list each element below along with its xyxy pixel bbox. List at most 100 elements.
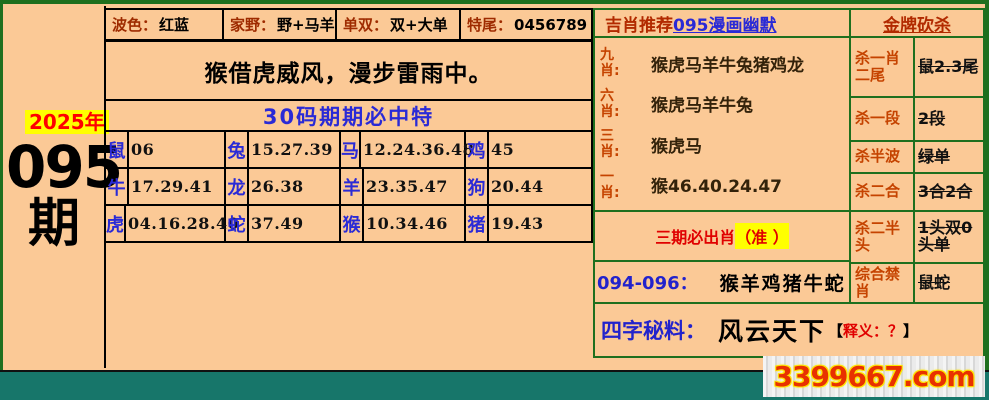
- zodiac-name: 兔: [226, 132, 249, 167]
- special-tail-value: 0456789: [514, 16, 587, 34]
- special-tail-label: 特尾：: [467, 14, 512, 35]
- zodiac-numbers: 26.38: [249, 169, 339, 204]
- kill-label: 杀二半头: [851, 212, 915, 262]
- gold-kill-link[interactable]: 金牌砍杀: [851, 10, 983, 36]
- grid-row-3: 虎 04.16.28.40 蛇 37.49 猴 10.34.46 猪 19.43: [106, 206, 591, 241]
- recommend-column: 九肖: 猴虎马羊牛兔猪鸡龙 六肖: 猴虎马羊牛兔 三肖: 猴虎马 一肖: 猴46…: [595, 38, 851, 302]
- kill-value: 鼠蛇: [915, 264, 983, 302]
- kill-value: 2段: [915, 98, 983, 140]
- grid-cell-dragon: 龙 26.38: [226, 169, 341, 204]
- three-issue-highlight: （准 ）: [735, 223, 789, 249]
- right-panel-header: 吉肖推荐 095漫画幽默 金牌砍杀: [595, 10, 983, 38]
- kill-label: 综合禁肖: [851, 264, 915, 302]
- kill-row-xiao-tail: 杀一肖二尾 鼠2.3尾: [851, 38, 983, 98]
- grid-cell-rat: 鼠 06: [106, 132, 226, 167]
- three-issue-banner: 三期必出肖（准 ）: [595, 210, 849, 260]
- zodiac-name: 牛: [106, 169, 129, 204]
- zodiac-name: 羊: [341, 169, 364, 204]
- grid-cell-tiger: 虎 04.16.28.40: [106, 206, 226, 241]
- grid-cell-dog: 狗 20.44: [466, 169, 591, 204]
- odd-even-cell: 单双： 双+大单: [337, 10, 461, 39]
- secret-note-inner: 释义：？: [843, 322, 903, 340]
- home-wild-label: 家野：: [230, 14, 275, 35]
- frame-left: [0, 0, 3, 400]
- odd-even-label: 单双：: [343, 14, 388, 35]
- secret-label: 四字秘料：: [601, 315, 706, 345]
- kill-value: 绿单: [915, 142, 983, 172]
- kill-label: 杀二合: [851, 174, 915, 210]
- one-xiao-label: 一肖:: [600, 169, 623, 201]
- zodiac-numbers: 20.44: [489, 169, 591, 204]
- zodiac-numbers: 23.35.47: [364, 169, 464, 204]
- zodiac-name: 猴: [341, 206, 364, 241]
- zodiac-numbers: 12.24.36.48: [361, 132, 474, 167]
- three-xiao-label: 三肖:: [600, 128, 623, 160]
- zodiac-name: 龙: [226, 169, 249, 204]
- main-prediction-box: 猴借虎威风，漫步雷雨中。 30码期期必中特 鼠 06 兔 15.27.39 马 …: [104, 40, 593, 243]
- zodiac-name: 蛇: [226, 206, 249, 241]
- nine-xiao-row: 九肖: 猴虎马羊牛兔猪鸡龙: [595, 47, 849, 79]
- six-xiao-value: 猴虎马羊牛兔: [651, 91, 753, 116]
- bracket-open: 【: [828, 322, 843, 340]
- issue-range-value: 猴羊鸡猪牛蛇: [720, 269, 846, 296]
- bracket-close: 】: [903, 322, 918, 340]
- grid-cell-monkey: 猴 10.34.46: [341, 206, 466, 241]
- comic-humor-link[interactable]: 095漫画幽默: [673, 11, 777, 36]
- nine-xiao-label: 九肖:: [600, 47, 623, 79]
- zodiac-name: 虎: [106, 206, 126, 241]
- zodiac-numbers: 10.34.46: [364, 206, 464, 241]
- zodiac-name: 猪: [466, 206, 489, 241]
- kill-label: 杀半波: [851, 142, 915, 172]
- kill-value: 鼠2.3尾: [915, 38, 983, 96]
- odd-even-value: 双+大单: [390, 14, 448, 35]
- zodiac-numbers: 17.29.41: [129, 169, 224, 204]
- kill-row-two-half-head: 杀二半头 1头双0头单: [851, 212, 983, 264]
- issue-range-label: 094-096：: [597, 269, 698, 295]
- kill-row-half-wave: 杀半波 绿单: [851, 142, 983, 174]
- six-xiao-row: 六肖: 猴虎马羊牛兔: [595, 88, 849, 120]
- grid-cell-snake: 蛇 37.49: [226, 206, 341, 241]
- wave-color-label: 波色：: [112, 14, 157, 35]
- issue-suffix: 期: [28, 198, 80, 250]
- four-word-secret-row: 四字秘料： 风云天下 【释义：？】: [595, 302, 983, 356]
- grid-row-2: 牛 17.29.41 龙 26.38 羊 23.35.47 狗 20.44: [106, 169, 591, 206]
- headline: 猴借虎威风，漫步雷雨中。: [106, 42, 591, 99]
- secret-value: 风云天下: [718, 312, 826, 348]
- grid-cell-rabbit: 兔 15.27.39: [226, 132, 341, 167]
- lottery-tip-sheet: 2025年 095 期 波色： 红蓝 家野： 野+马羊 单双： 双+大单 特尾：…: [0, 0, 989, 400]
- right-panel-body: 九肖: 猴虎马羊牛兔猪鸡龙 六肖: 猴虎马羊牛兔 三肖: 猴虎马 一肖: 猴46…: [595, 38, 983, 302]
- recommend-header-cell: 吉肖推荐 095漫画幽默: [595, 10, 851, 36]
- grid-cell-horse: 马 12.24.36.48: [341, 132, 466, 167]
- grid-cell-rooster: 鸡 45: [466, 132, 591, 167]
- home-wild-cell: 家野： 野+马羊: [224, 10, 337, 39]
- right-panel: 吉肖推荐 095漫画幽默 金牌砍杀 九肖: 猴虎马羊牛兔猪鸡龙 六肖: 猴虎马羊…: [593, 8, 985, 358]
- frame-right: [985, 0, 989, 400]
- watermark-box: 3399667.com: [763, 356, 985, 397]
- zodiac-name: 狗: [466, 169, 489, 204]
- zodiac-name: 鼠: [106, 132, 129, 167]
- kill-label: 杀一肖二尾: [851, 38, 915, 96]
- year-badge: 2025年: [25, 110, 109, 134]
- special-tail-cell: 特尾： 0456789: [461, 10, 591, 39]
- grid-row-1: 鼠 06 兔 15.27.39 马 12.24.36.48 鸡 45: [106, 132, 591, 169]
- zodiac-numbers: 06: [129, 132, 224, 167]
- grid-cell-ox: 牛 17.29.41: [106, 169, 226, 204]
- kill-row-forbidden-xiao: 综合禁肖 鼠蛇: [851, 264, 983, 302]
- three-issue-text: 三期必出肖: [655, 224, 735, 248]
- zodiac-name: 马: [341, 132, 361, 167]
- zodiac-numbers: 37.49: [249, 206, 339, 241]
- kill-column: 杀一肖二尾 鼠2.3尾 杀一段 2段 杀半波 绿单 杀二合 3合2合 杀二半头: [851, 38, 983, 302]
- zodiac-number-grid: 鼠 06 兔 15.27.39 马 12.24.36.48 鸡 45: [106, 130, 591, 241]
- wave-color-value: 红蓝: [159, 14, 189, 35]
- zodiac-name: 鸡: [466, 132, 489, 167]
- home-wild-value: 野+马羊: [277, 14, 335, 35]
- zodiac-numbers: 19.43: [489, 206, 591, 241]
- grid-cell-pig: 猪 19.43: [466, 206, 591, 241]
- site-url-link[interactable]: 3399667.com: [773, 360, 974, 393]
- grid-cell-goat: 羊 23.35.47: [341, 169, 466, 204]
- one-xiao-row: 一肖: 猴46.40.24.47: [595, 169, 849, 201]
- zodiac-numbers: 04.16.28.40: [126, 206, 239, 241]
- one-xiao-value: 猴46.40.24.47: [651, 172, 782, 197]
- top-info-table: 波色： 红蓝 家野： 野+马羊 单双： 双+大单 特尾： 0456789: [104, 8, 593, 41]
- kill-value: 3合2合: [915, 174, 983, 210]
